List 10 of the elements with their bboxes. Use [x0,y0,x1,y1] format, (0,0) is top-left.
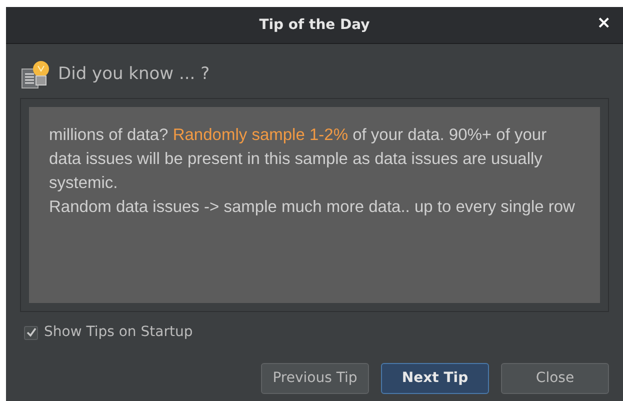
tip-text: millions of data? Randomly sample 1-2% of your data. 90%+ of your data issues will be present in this sample as data issues are usually systemic. [49,125,548,194]
tip-text: Random data issues -> sample much more data.. up to every single row [49,197,576,218]
window-title: Tip of the Day [259,16,370,34]
dialog-button[interactable]: Next Tip [381,363,489,394]
close-button[interactable]: × [594,15,613,32]
dialog-button[interactable]: Previous Tip [261,363,369,394]
checkbox-label: Show Tips on Startup [44,323,193,342]
dialog-heading: Did you know ... ? [58,63,210,86]
dialog-button[interactable]: Close [501,363,609,394]
checkbox[interactable] [24,326,38,340]
